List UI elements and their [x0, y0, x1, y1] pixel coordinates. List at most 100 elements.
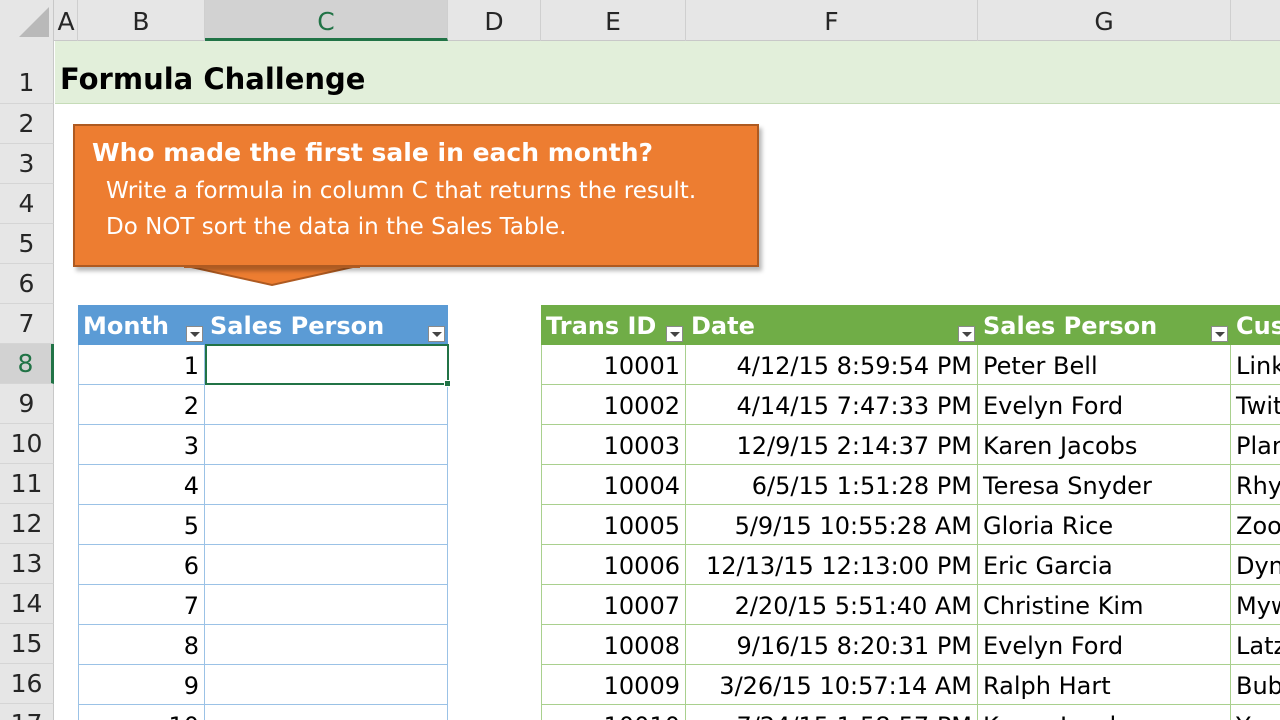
- column-header-c[interactable]: C: [205, 0, 448, 41]
- sales-table-header-customer[interactable]: Cust: [1231, 305, 1280, 345]
- row-header-7[interactable]: 7: [0, 304, 54, 344]
- sales-person-header-label: Sales Person: [210, 312, 385, 340]
- sales-person-result-cell[interactable]: [205, 545, 448, 585]
- row-header-12[interactable]: 12: [0, 504, 54, 544]
- month-cell[interactable]: 8: [78, 625, 205, 665]
- date-cell[interactable]: 3/26/15 10:57:14 AM: [686, 665, 978, 705]
- sales-person-cell[interactable]: Evelyn Ford: [978, 385, 1231, 425]
- customer-cell[interactable]: Myw: [1231, 585, 1280, 625]
- trans-id-cell[interactable]: 10009: [541, 665, 686, 705]
- sales-person-result-cell[interactable]: [205, 385, 448, 425]
- row-header-15[interactable]: 15: [0, 624, 54, 664]
- filter-dropdown-icon[interactable]: [666, 326, 683, 342]
- row-header-10[interactable]: 10: [0, 424, 54, 464]
- column-header-f[interactable]: F: [686, 0, 978, 41]
- sales-table-header-sales-person[interactable]: Sales Person: [978, 305, 1231, 345]
- column-header-h[interactable]: [1231, 0, 1280, 41]
- row-header-3[interactable]: 3: [0, 144, 54, 184]
- customer-cell[interactable]: Bub: [1231, 665, 1280, 705]
- filter-dropdown-icon[interactable]: [186, 326, 203, 342]
- sales-person-result-cell[interactable]: [205, 705, 448, 720]
- customer-cell[interactable]: Link: [1231, 345, 1280, 385]
- customer-cell[interactable]: Plan: [1231, 425, 1280, 465]
- trans-id-cell[interactable]: 10002: [541, 385, 686, 425]
- sales-person-cell[interactable]: Gloria Rice: [978, 505, 1231, 545]
- row-header-8[interactable]: 8: [0, 344, 54, 384]
- month-cell[interactable]: 5: [78, 505, 205, 545]
- trans-id-cell[interactable]: 10006: [541, 545, 686, 585]
- row-header-6[interactable]: 6: [0, 264, 54, 304]
- trans-id-cell[interactable]: 10001: [541, 345, 686, 385]
- row-header-14[interactable]: 14: [0, 584, 54, 624]
- sales-person-cell[interactable]: Ralph Hart: [978, 665, 1231, 705]
- sales-table-header-trans-id[interactable]: Trans ID: [541, 305, 686, 345]
- month-cell[interactable]: 1: [78, 345, 205, 385]
- sales-person-cell[interactable]: Teresa Snyder: [978, 465, 1231, 505]
- column-header-d[interactable]: D: [448, 0, 541, 41]
- sales-person-cell[interactable]: Karen Jacobs: [978, 425, 1231, 465]
- month-cell[interactable]: 10: [78, 705, 205, 720]
- trans-id-cell[interactable]: 10008: [541, 625, 686, 665]
- customer-cell[interactable]: Rhy: [1231, 465, 1280, 505]
- column-header-g[interactable]: G: [978, 0, 1231, 41]
- row-header-17[interactable]: 17: [0, 704, 54, 720]
- sales-person-cell[interactable]: Christine Kim: [978, 585, 1231, 625]
- trans-id-cell[interactable]: 10007: [541, 585, 686, 625]
- date-cell[interactable]: 7/24/15 1:58:57 PM: [686, 705, 978, 720]
- month-cell[interactable]: 9: [78, 665, 205, 705]
- fill-handle[interactable]: [444, 380, 451, 387]
- row-header-9[interactable]: 9: [0, 384, 54, 424]
- date-cell[interactable]: 12/9/15 2:14:37 PM: [686, 425, 978, 465]
- sales-person-cell[interactable]: Karen Jacobs: [978, 705, 1231, 720]
- date-cell[interactable]: 9/16/15 8:20:31 PM: [686, 625, 978, 665]
- month-table-header-month[interactable]: Month: [78, 305, 205, 345]
- sales-person-cell[interactable]: Evelyn Ford: [978, 625, 1231, 665]
- sales-table-header-date[interactable]: Date: [686, 305, 978, 345]
- month-cell[interactable]: 2: [78, 385, 205, 425]
- sheet-title[interactable]: Formula Challenge: [60, 62, 365, 96]
- customer-cell[interactable]: Twit: [1231, 385, 1280, 425]
- active-cell-c8[interactable]: [205, 344, 449, 385]
- customer-cell[interactable]: Y: [1231, 705, 1280, 720]
- date-cell[interactable]: 6/5/15 1:51:28 PM: [686, 465, 978, 505]
- month-cell[interactable]: 4: [78, 465, 205, 505]
- row-header-16[interactable]: 16: [0, 664, 54, 704]
- sales-person-result-cell[interactable]: [205, 505, 448, 545]
- filter-dropdown-icon[interactable]: [428, 326, 445, 342]
- row-header-5[interactable]: 5: [0, 224, 54, 264]
- month-cell[interactable]: 7: [78, 585, 205, 625]
- row-header-1[interactable]: 1: [0, 41, 54, 104]
- month-table-header-sales-person[interactable]: Sales Person: [205, 305, 448, 345]
- customer-cell[interactable]: Dyn: [1231, 545, 1280, 585]
- sales-person-result-cell[interactable]: [205, 665, 448, 705]
- filter-dropdown-icon[interactable]: [958, 326, 975, 342]
- sales-person-result-cell[interactable]: [205, 585, 448, 625]
- column-header-a[interactable]: A: [55, 0, 78, 41]
- month-cell[interactable]: 6: [78, 545, 205, 585]
- sales-person-result-cell[interactable]: [205, 465, 448, 505]
- column-header-e[interactable]: E: [541, 0, 686, 41]
- sales-person-cell[interactable]: Peter Bell: [978, 345, 1231, 385]
- date-cell[interactable]: 2/20/15 5:51:40 AM: [686, 585, 978, 625]
- sales-person-result-cell[interactable]: [205, 425, 448, 465]
- row-header-4[interactable]: 4: [0, 184, 54, 224]
- month-cell[interactable]: 3: [78, 425, 205, 465]
- trans-id-cell[interactable]: 10004: [541, 465, 686, 505]
- filter-dropdown-icon[interactable]: [1211, 326, 1228, 342]
- trans-id-cell[interactable]: 10003: [541, 425, 686, 465]
- customer-cell[interactable]: Zoo: [1231, 505, 1280, 545]
- select-all-corner[interactable]: [0, 0, 54, 41]
- row-header-2[interactable]: 2: [0, 104, 54, 144]
- column-header-b[interactable]: B: [78, 0, 205, 41]
- sales-person-cell[interactable]: Eric Garcia: [978, 545, 1231, 585]
- date-cell[interactable]: 4/12/15 8:59:54 PM: [686, 345, 978, 385]
- date-cell[interactable]: 12/13/15 12:13:00 PM: [686, 545, 978, 585]
- trans-id-cell[interactable]: 10005: [541, 505, 686, 545]
- date-cell[interactable]: 4/14/15 7:47:33 PM: [686, 385, 978, 425]
- customer-cell[interactable]: Latz: [1231, 625, 1280, 665]
- row-header-11[interactable]: 11: [0, 464, 54, 504]
- row-header-13[interactable]: 13: [0, 544, 54, 584]
- sales-person-result-cell[interactable]: [205, 625, 448, 665]
- trans-id-cell[interactable]: 10010: [541, 705, 686, 720]
- date-cell[interactable]: 5/9/15 10:55:28 AM: [686, 505, 978, 545]
